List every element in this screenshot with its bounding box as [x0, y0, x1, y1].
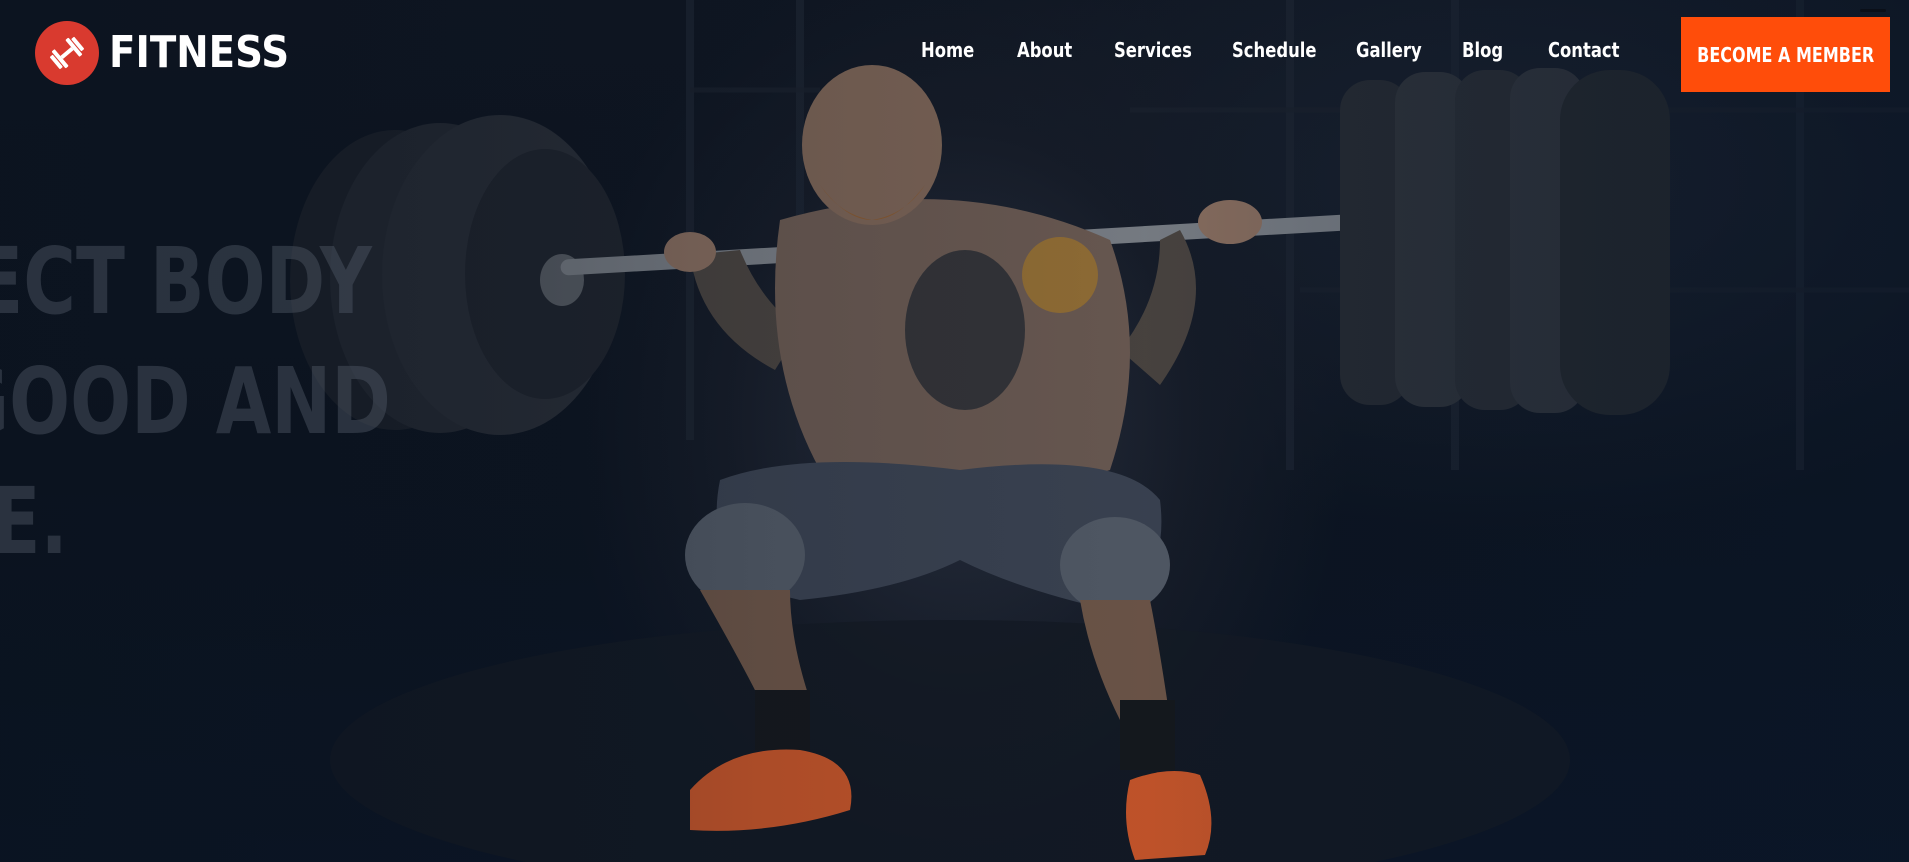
- hero-heading-line-2: R GOOD AND: [0, 348, 391, 455]
- become-member-button[interactable]: BECOME A MEMBER: [1681, 17, 1890, 92]
- site-header: FITNESS Home About Services Schedule Gal…: [0, 0, 1909, 106]
- nav-item-home[interactable]: Home: [921, 38, 974, 62]
- dumbbell-icon: [35, 21, 99, 85]
- brand-logo[interactable]: FITNESS: [35, 21, 314, 85]
- nav-item-contact[interactable]: Contact: [1548, 38, 1619, 62]
- nav-item-schedule[interactable]: Schedule: [1232, 38, 1316, 62]
- hero-heading: RFECT BODY R GOOD AND LIFE.: [0, 222, 391, 582]
- nav-item-services[interactable]: Services: [1114, 38, 1192, 62]
- nav-item-gallery[interactable]: Gallery: [1356, 38, 1422, 62]
- landing-page: RFECT BODY R GOOD AND LIFE. FITNESS Ho: [0, 0, 1909, 862]
- decorative-mark: [1860, 9, 1886, 12]
- nav-item-about[interactable]: About: [1017, 38, 1072, 62]
- hero-heading-line-3: LIFE.: [0, 468, 68, 575]
- become-member-label: BECOME A MEMBER: [1696, 42, 1875, 67]
- nav-item-blog[interactable]: Blog: [1462, 38, 1503, 62]
- hero-heading-line-1: RFECT BODY: [0, 228, 372, 335]
- brand-name: FITNESS: [109, 27, 290, 78]
